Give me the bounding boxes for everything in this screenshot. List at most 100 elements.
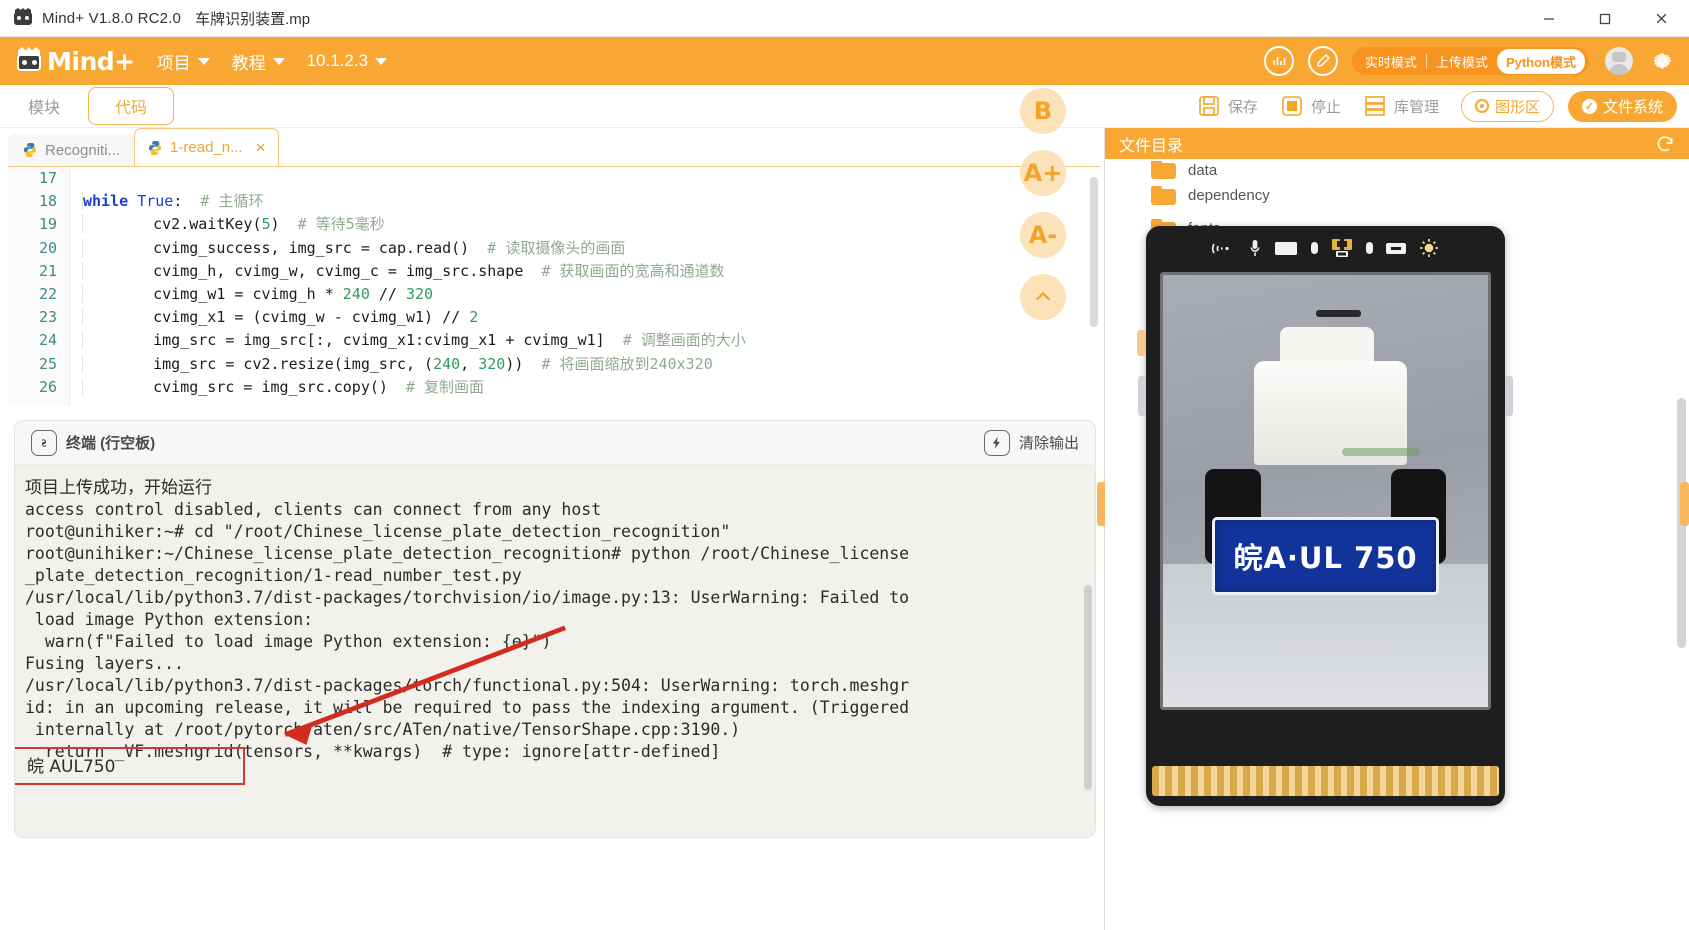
tab-code[interactable]: 代码 — [88, 87, 175, 125]
maximize-button[interactable] — [1577, 0, 1633, 37]
close-icon[interactable]: × — [256, 138, 266, 158]
camera-preview-photo: 皖A·UL 750 — [1163, 275, 1488, 707]
save-button[interactable]: 保存 — [1197, 94, 1258, 118]
pane-resize-handle-left[interactable] — [1097, 482, 1105, 526]
save-button-label: 保存 — [1227, 98, 1258, 116]
brand-label: Mind+ — [47, 46, 135, 76]
file-row-data[interactable]: data — [1105, 161, 1689, 179]
font-decrease-button[interactable]: A- — [1020, 212, 1066, 258]
bold-format-button[interactable]: B — [1020, 88, 1066, 134]
terminal-scrollbar[interactable] — [1084, 585, 1092, 790]
library-manager-button[interactable]: 库管理 — [1363, 94, 1439, 118]
code-token: 2 — [469, 308, 479, 327]
collapse-button[interactable] — [1020, 274, 1066, 320]
code-line[interactable]: cvimg_success, img_src = cap.read() # 读取… — [82, 237, 1100, 260]
code-token: while — [83, 192, 138, 211]
refresh-icon[interactable] — [1655, 134, 1675, 154]
clear-output-button[interactable]: 清除输出 — [983, 429, 1079, 456]
terminal-output[interactable]: 项目上传成功，开始运行 access control disabled, clie… — [15, 465, 1095, 837]
code-token: # 读取摄像头的画面 — [487, 238, 626, 257]
font-increase-button[interactable]: A+ — [1020, 150, 1066, 196]
chart-circle-icon[interactable] — [1263, 46, 1294, 76]
terminal-title-group: 终端 (行空板) — [31, 429, 156, 456]
editor-tab-recognition-label: Recogniti... — [45, 141, 121, 159]
chevron-down-icon — [375, 57, 388, 65]
right-pane: 文件目录 data dependency fonts — [1097, 128, 1689, 930]
stop-button-label: 停止 — [1310, 98, 1341, 116]
code-token: cvimg_x1 = (cvimg_w - cvimg_w1) // — [117, 308, 470, 327]
file-directory-header: 文件目录 — [1105, 128, 1689, 159]
stop-square-icon — [1280, 94, 1304, 118]
buzzer-icon — [1386, 242, 1406, 254]
mode-realtime[interactable]: 实时模式 — [1356, 52, 1426, 71]
menu-item-tutorial-label: 教程 — [231, 53, 266, 73]
secondary-toolbar: 模块 代码 保存 停止 库管理 图形区 ✓ 文件系统 — [0, 85, 1689, 128]
graphics-area-label: 图形区 — [1494, 98, 1540, 116]
code-token: 5 — [261, 215, 271, 234]
board-gpio-strip — [1152, 766, 1499, 796]
code-line[interactable]: img_src = cv2.resize(img_src, (240, 320)… — [82, 353, 1100, 376]
stop-button[interactable]: 停止 — [1280, 94, 1341, 118]
edit-circle-icon[interactable] — [1307, 46, 1338, 76]
code-token: , — [460, 354, 479, 373]
font-decrease-label: A- — [1028, 221, 1058, 249]
app-title: Mind+ V1.8.0 RC2.0 — [42, 9, 182, 27]
code-line[interactable]: cvimg_src = img_src.copy() # 复制画面 — [82, 376, 1100, 399]
code-token: # 等待5毫秒 — [297, 215, 385, 234]
menu-item-version[interactable]: 10.1.2.3 — [307, 51, 388, 71]
chevron-down-icon — [197, 57, 210, 65]
code-token: True — [137, 192, 174, 211]
connector-icon — [1331, 238, 1353, 258]
graphics-area-toggle[interactable]: 图形区 — [1460, 90, 1554, 122]
line-number-gutter: 17 18 19 20 21 22 23 24 25 26 — [8, 167, 70, 406]
menu-item-tutorial[interactable]: 教程 — [232, 49, 285, 74]
code-editor[interactable]: 17 18 19 20 21 22 23 24 25 26 while True: # 主循环 c… — [8, 166, 1100, 406]
code-line[interactable]: cv2.waitKey(5) # 等待5毫秒 — [82, 213, 1100, 236]
terminal-line: access control disabled, clients can con… — [25, 500, 602, 519]
editor-tab-read-number[interactable]: 1-read_n... × — [134, 128, 279, 166]
microphone-icon — [1249, 239, 1261, 257]
code-line[interactable] — [82, 167, 1100, 190]
menu-item-project-label: 项目 — [156, 53, 191, 73]
code-line[interactable]: cvimg_x1 = (cvimg_w - cvimg_w1) // 2 — [82, 306, 1100, 329]
line-number: 21 — [38, 261, 57, 280]
code-line[interactable]: cvimg_h, cvimg_w, cvimg_c = img_src.shap… — [82, 260, 1100, 283]
editor-scrollbar[interactable] — [1090, 177, 1098, 327]
menubar-right-group: 实时模式 上传模式 Python模式 — [1263, 37, 1675, 85]
gear-icon[interactable] — [1649, 48, 1675, 74]
light-sensor-icon — [1419, 238, 1439, 258]
code-line[interactable]: while True: # 主循环 — [82, 190, 1100, 213]
minimize-button[interactable] — [1521, 0, 1577, 37]
mode-python[interactable]: Python模式 — [1496, 48, 1585, 74]
wifi-icon — [1212, 241, 1236, 256]
code-content[interactable]: while True: # 主循环 cv2.waitKey(5) # 等待5毫秒… — [70, 167, 1100, 406]
terminal-title-label: 终端 (行空板) — [66, 435, 156, 452]
terminal-line: internally at /root/pytorch/aten/src/ATe… — [25, 720, 741, 739]
mindplus-wordmark-logo[interactable]: Mind+ — [14, 43, 135, 79]
code-token: img_src = img_src[:, cvimg_x1:cvimg_x1 +… — [117, 331, 623, 350]
filesystem-toggle[interactable]: ✓ 文件系统 — [1567, 90, 1677, 122]
mindplus-robot-icon-large — [14, 47, 44, 75]
editor-tab-recognition[interactable]: Recogniti... — [8, 134, 135, 166]
font-increase-label: A+ — [1023, 159, 1063, 187]
close-button[interactable] — [1633, 0, 1689, 37]
library-manager-label: 库管理 — [1393, 98, 1439, 116]
terminal-line: /usr/local/lib/python3.7/dist-packages/t… — [25, 588, 910, 607]
user-avatar-icon[interactable] — [1605, 47, 1633, 75]
mode-switcher[interactable]: 实时模式 上传模式 Python模式 — [1351, 47, 1589, 75]
board-side-connector-right — [1505, 376, 1513, 416]
menu-item-project[interactable]: 项目 — [157, 49, 210, 74]
led-dot2-icon — [1366, 242, 1373, 254]
file-row-dependency[interactable]: dependency — [1105, 179, 1689, 212]
code-token: : — [173, 192, 201, 211]
tab-modules[interactable]: 模块 — [10, 88, 78, 124]
clear-output-icon — [983, 429, 1010, 456]
code-line[interactable]: cvimg_w1 = cvimg_h * 240 // 320 — [82, 283, 1100, 306]
terminal-line: load image Python extension: — [25, 610, 314, 629]
mode-upload[interactable]: 上传模式 — [1427, 52, 1497, 71]
code-token: 320 — [478, 354, 506, 373]
pane-resize-handle-right[interactable] — [1680, 482, 1689, 526]
code-token: # 将画面缩放到240x320 — [541, 354, 713, 373]
code-line[interactable]: img_src = img_src[:, cvimg_x1:cvimg_x1 +… — [82, 329, 1100, 352]
code-token: # 复制画面 — [405, 377, 485, 396]
